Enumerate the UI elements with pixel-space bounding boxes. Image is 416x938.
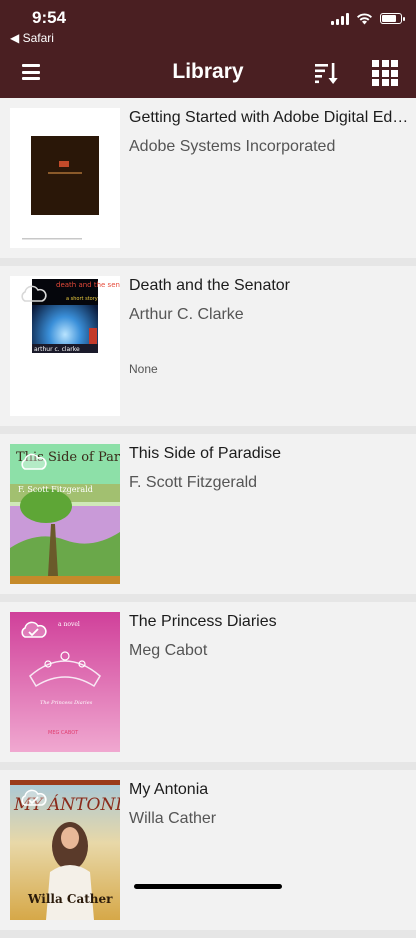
book-cover[interactable]: a novel The Princess Diaries MEG CABOT — [10, 612, 120, 752]
battery-icon — [380, 13, 405, 24]
book-list: Getting Started with Adobe Digital Editi… — [0, 98, 416, 938]
book-row[interactable]: a novel The Princess Diaries MEG CABOT T… — [0, 602, 416, 770]
signal-icon — [331, 12, 349, 25]
wifi-icon — [357, 13, 372, 25]
cloud-check-icon — [21, 621, 47, 638]
top-bar: 9:54 ◀ Safari Library — [0, 0, 416, 98]
book-row[interactable]: Getting Started with Adobe Digital Editi… — [0, 98, 416, 266]
book-title: Death and the Senator — [129, 277, 291, 294]
cover-author-text: arthur c. clarke — [34, 346, 80, 353]
grid-view-button[interactable] — [372, 60, 398, 86]
sort-icon[interactable] — [313, 60, 339, 86]
page-title: Library — [172, 60, 244, 83]
cover-title-text: The Princess Diaries — [40, 700, 93, 706]
book-author: Adobe Systems Incorporated — [129, 138, 336, 155]
book-author: F. Scott Fitzgerald — [129, 474, 258, 491]
book-cover[interactable] — [10, 108, 120, 248]
back-to-safari-link[interactable]: ◀ Safari — [10, 31, 54, 45]
cover-subtitle-text: a short story — [66, 296, 98, 302]
book-cover[interactable]: This Side of Paradise F. Scott Fitzgeral… — [10, 444, 155, 584]
book-author: Meg Cabot — [129, 642, 208, 659]
cover-author-text: Willa Cather — [27, 892, 113, 906]
cloud-icon — [21, 285, 47, 302]
cover-title-text: death and the senator — [56, 281, 120, 289]
book-row[interactable]: death and the senator a short story arth… — [0, 266, 416, 434]
status-icons — [331, 12, 405, 25]
cover-tagline-text: a novel — [58, 621, 80, 628]
book-meta: None — [129, 362, 158, 376]
book-row[interactable]: This Side of Paradise F. Scott Fitzgeral… — [0, 434, 416, 602]
status-time: 9:54 — [32, 8, 67, 27]
book-title: This Side of Paradise — [129, 445, 282, 462]
book-title: Getting Started with Adobe Digital Editi… — [129, 109, 409, 126]
book-cover[interactable]: MY ÁNTONIA Willa Cather — [10, 780, 134, 920]
book-row[interactable]: MY ÁNTONIA Willa Cather My Antonia Willa… — [0, 770, 416, 938]
book-author: Willa Cather — [129, 810, 217, 827]
cloud-icon — [21, 453, 47, 470]
book-cover[interactable]: death and the senator a short story arth… — [10, 276, 134, 416]
cloud-check-icon — [21, 789, 47, 806]
cover-author-text: F. Scott Fitzgerald — [18, 485, 93, 494]
book-author: Arthur C. Clarke — [129, 306, 244, 323]
book-title: My Antonia — [129, 781, 209, 798]
home-indicator[interactable] — [134, 884, 282, 889]
cover-author-text: MEG CABOT — [48, 730, 79, 736]
book-title: The Princess Diaries — [129, 613, 277, 630]
